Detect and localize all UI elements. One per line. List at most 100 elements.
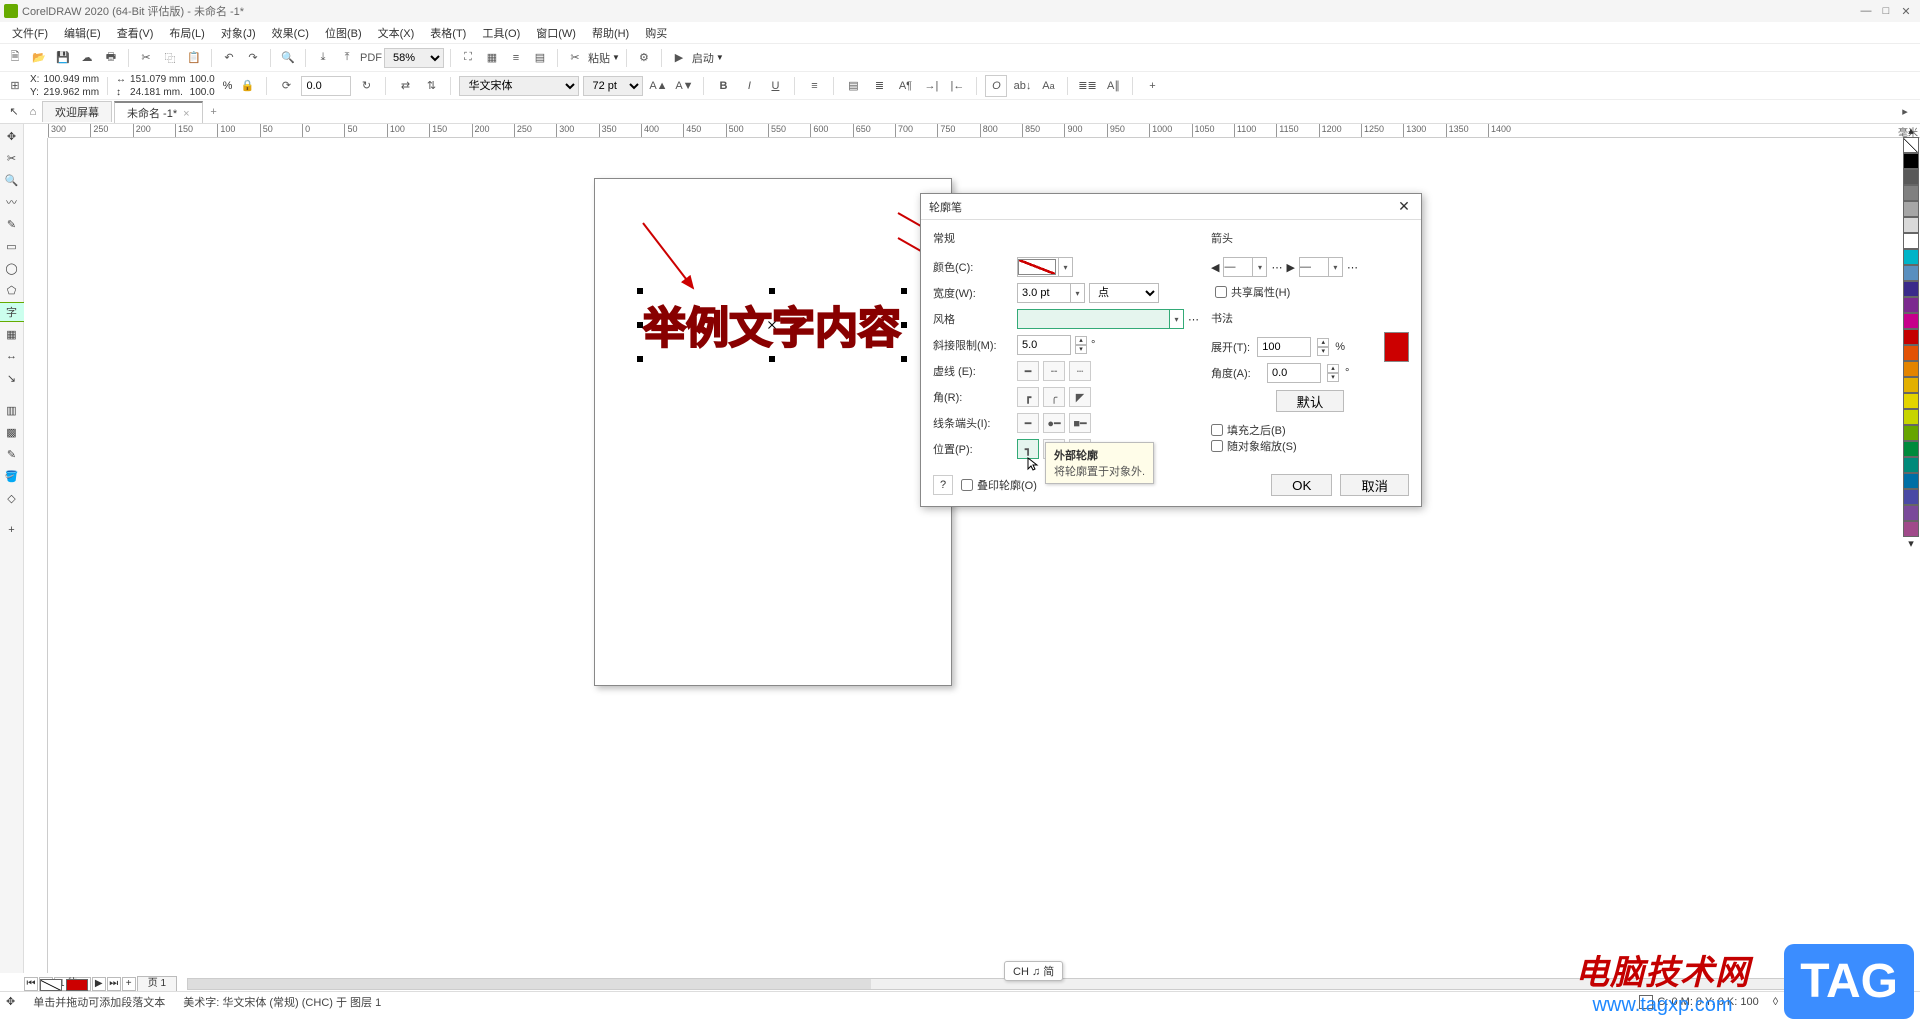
selection-handle[interactable] [769, 356, 775, 362]
arrow-start-select[interactable]: —▾ [1223, 257, 1267, 277]
menu-file[interactable]: 文件(F) [4, 25, 56, 41]
selection-handle[interactable] [769, 288, 775, 294]
panel-toggle-icon[interactable]: ▸ [1894, 101, 1916, 123]
palette-swatch[interactable] [1903, 345, 1919, 361]
page-tab[interactable]: 页 1 [137, 976, 177, 992]
crop-tool-icon[interactable]: ✂ [2, 148, 22, 168]
maximize-button[interactable]: □ [1876, 5, 1896, 17]
menu-buy[interactable]: 购买 [637, 25, 675, 41]
palette-swatch[interactable] [1903, 201, 1919, 217]
palette-none-swatch[interactable] [1903, 137, 1919, 153]
palette-swatch[interactable] [1903, 185, 1919, 201]
cloud-icon[interactable]: ☁ [76, 47, 98, 69]
scale-with-object-checkbox[interactable] [1211, 440, 1223, 452]
menu-view[interactable]: 查看(V) [109, 25, 162, 41]
palette-swatch[interactable] [1903, 313, 1919, 329]
underline-icon[interactable]: U [764, 75, 786, 97]
menu-window[interactable]: 窗口(W) [528, 25, 584, 41]
dialog-titlebar[interactable]: 轮廓笔 ✕ [921, 194, 1421, 220]
search-local-icon[interactable]: 🔍 [277, 47, 299, 69]
bullet-icon[interactable]: ▤ [842, 75, 864, 97]
fontsize-down-icon[interactable]: A▼ [673, 75, 695, 97]
style-select[interactable]: ▾ [1017, 309, 1184, 329]
palette-swatch[interactable] [1903, 297, 1919, 313]
palette-swatch[interactable] [1903, 505, 1919, 521]
font-select[interactable]: 华文宋体 [459, 76, 579, 96]
page-add-button[interactable]: + [122, 977, 136, 991]
launch-icon[interactable]: ▶ [668, 47, 690, 69]
more-icon[interactable]: ⋯ [1271, 261, 1282, 274]
palette-swatch[interactable] [1903, 441, 1919, 457]
spinner-icon[interactable]: ▴▾ [1075, 336, 1087, 354]
palette-swatch[interactable] [1903, 489, 1919, 505]
menu-edit[interactable]: 编辑(E) [56, 25, 109, 41]
palette-swatch[interactable] [1903, 377, 1919, 393]
palette-swatch[interactable] [1903, 153, 1919, 169]
mirror-h-icon[interactable]: ⇄ [394, 75, 416, 97]
scrollbar-thumb[interactable] [188, 979, 871, 989]
align-left-icon[interactable]: ≡ [803, 75, 825, 97]
menu-effect[interactable]: 效果(C) [264, 25, 317, 41]
tab-document[interactable]: 未命名 -1*× [114, 101, 203, 123]
angle-input[interactable] [1267, 363, 1321, 383]
ok-button[interactable]: OK [1271, 474, 1332, 496]
cap-flat-icon[interactable]: ━ [1017, 413, 1039, 433]
ellipse-tool-icon[interactable]: ◯ [2, 258, 22, 278]
clip-icon[interactable]: ✂ [564, 47, 586, 69]
palette-swatch[interactable] [1903, 409, 1919, 425]
palette-swatch[interactable] [1903, 521, 1919, 537]
dash-option-2-icon[interactable]: ╌ [1043, 361, 1065, 381]
page-first-icon[interactable]: ⏮ [24, 977, 38, 991]
dash-option-3-icon[interactable]: ┄ [1069, 361, 1091, 381]
save-icon[interactable]: 💾 [52, 47, 74, 69]
fontsize-up-icon[interactable]: A▲ [647, 75, 669, 97]
cut-icon[interactable]: ✂ [135, 47, 157, 69]
fontsize-select[interactable]: 72 pt [583, 76, 643, 96]
guides-icon[interactable]: ▤ [529, 47, 551, 69]
close-button[interactable]: ✕ [1896, 5, 1916, 18]
outline-tool-icon[interactable]: ◇ [2, 488, 22, 508]
width-input[interactable]: ▾ [1017, 283, 1085, 303]
selection-handle[interactable] [901, 356, 907, 362]
cancel-button[interactable]: 取消 [1340, 474, 1409, 496]
palette-swatch[interactable] [1903, 217, 1919, 233]
palette-swatch[interactable] [1903, 329, 1919, 345]
eyedropper-tool-icon[interactable]: ✎ [2, 444, 22, 464]
rectangle-tool-icon[interactable]: ▭ [2, 236, 22, 256]
palette-swatch[interactable] [1903, 361, 1919, 377]
palette-scroll-up-icon[interactable]: ▴ [1902, 124, 1920, 137]
shape-tool-icon[interactable]: ✥ [2, 126, 22, 146]
align-icon[interactable]: ≡ [505, 47, 527, 69]
pdf-icon[interactable]: PDF [360, 47, 382, 69]
menu-text[interactable]: 文本(X) [370, 25, 423, 41]
export-icon[interactable]: ⤒ [336, 47, 358, 69]
palette-swatch[interactable] [1903, 393, 1919, 409]
page-last-icon[interactable]: ⏭ [107, 977, 121, 991]
palette-swatch[interactable] [1903, 169, 1919, 185]
text-format-icon[interactable]: Aa [1037, 75, 1059, 97]
text-direction-icon[interactable]: ab↓ [1011, 75, 1033, 97]
dialog-close-icon[interactable]: ✕ [1395, 198, 1413, 216]
freehand-tool-icon[interactable]: 〰 [2, 192, 22, 212]
rotate-cw-icon[interactable]: ↻ [355, 75, 377, 97]
tab-welcome[interactable]: 欢迎屏幕 [42, 101, 112, 122]
paste-icon[interactable]: 📋 [183, 47, 205, 69]
menu-table[interactable]: 表格(T) [422, 25, 474, 41]
width-unit-select[interactable]: 点 [1089, 283, 1159, 303]
selection-center-icon[interactable] [767, 320, 777, 330]
palette-swatch[interactable] [1903, 265, 1919, 281]
color-picker[interactable]: ▾ [1017, 257, 1073, 277]
artistic-tool-icon[interactable]: ✎ [2, 214, 22, 234]
miter-input[interactable] [1017, 335, 1071, 355]
arrow-end-select[interactable]: —▾ [1299, 257, 1343, 277]
undo-icon[interactable]: ↶ [218, 47, 240, 69]
palette-swatch[interactable] [1903, 281, 1919, 297]
cap-round-icon[interactable]: ●━ [1043, 413, 1065, 433]
open-icon[interactable]: 📂 [28, 47, 50, 69]
layout-icon[interactable]: ▦ [481, 47, 503, 69]
more-icon[interactable]: ⋯ [1188, 313, 1199, 326]
palette-swatch[interactable] [1903, 425, 1919, 441]
palette-swatch[interactable] [1903, 249, 1919, 265]
ime-indicator[interactable]: CH ♫ 简 [1004, 961, 1063, 981]
import-icon[interactable]: ⤓ [312, 47, 334, 69]
